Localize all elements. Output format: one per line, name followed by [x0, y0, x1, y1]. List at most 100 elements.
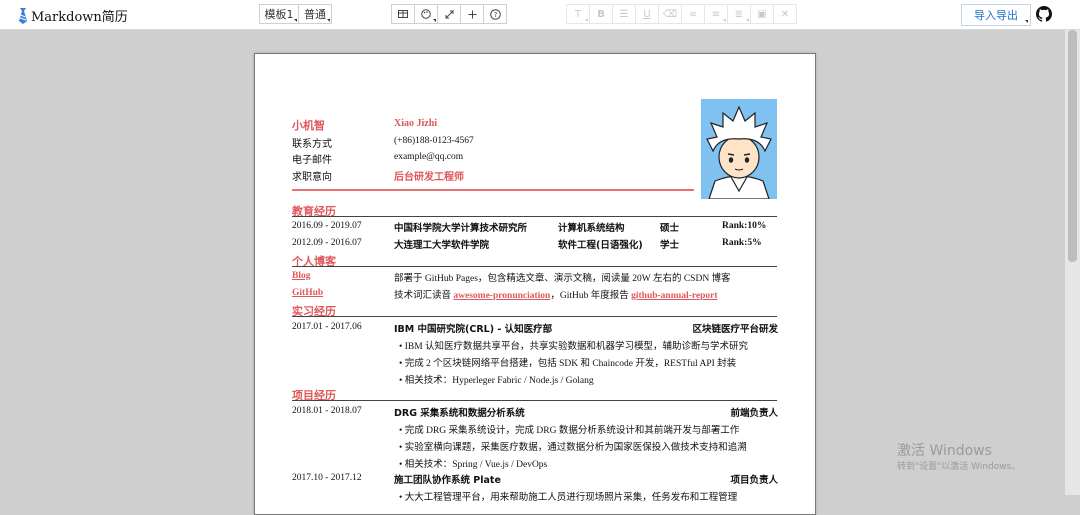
project-dates: 2018.01 - 2018.07	[292, 406, 362, 416]
fullscreen-button[interactable]	[437, 4, 461, 24]
contact-value: (+86)188-0123-4567	[394, 136, 474, 146]
name-cn: 小机智	[292, 120, 325, 132]
intent-value: 后台研发工程师	[394, 172, 464, 183]
template-select[interactable]: 模板1	[259, 4, 299, 24]
internship-dates: 2017.01 - 2017.06	[292, 322, 362, 332]
align-justify-icon: ≣	[734, 8, 744, 20]
underline-icon: U	[643, 8, 651, 20]
link-button[interactable]: ∞	[681, 4, 705, 24]
edu-rank: Rank:10%	[722, 221, 767, 231]
header-divider	[292, 189, 694, 191]
edu-major: 软件工程(日语强化)	[558, 240, 643, 251]
table-button[interactable]	[391, 4, 415, 24]
internship-title: IBM 中国研究院(CRL) - 认知医疗部	[394, 324, 553, 335]
edu-degree: 硕士	[660, 223, 680, 234]
edu-degree: 学士	[660, 240, 680, 251]
section-divider	[292, 216, 777, 217]
project-dates: 2017.10 - 2017.12	[292, 473, 362, 483]
top-toolbar: Markdown简历 模板1 普通 ? T B ☰ U ⌫ ∞ ≡ ≣ ▣ ✕ …	[0, 0, 1080, 30]
palette-icon	[421, 9, 431, 19]
eraser-button[interactable]: ⌫	[658, 4, 682, 24]
blog-link[interactable]: Blog	[292, 271, 310, 281]
project-role: 项目负责人	[730, 475, 778, 486]
scrollbar-thumb[interactable]	[1068, 30, 1077, 262]
avatar	[701, 99, 777, 199]
edu-dates: 2012.09 - 2016.07	[292, 238, 362, 248]
add-button[interactable]	[460, 4, 484, 24]
list-item: • 相关技术：Spring / Vue.js / DevOps	[399, 460, 548, 470]
list-item-text: 实验室横向课题，采集医疗数据，通过数据分析为国家医保投入做技术支持和追溯	[404, 443, 747, 453]
list-item-text: IBM 认知医疗数据共享平台，共享实验数据和机器学习模型，辅助诊断与学术研究	[404, 342, 749, 352]
plus-icon	[468, 10, 476, 18]
list-item: • IBM 认知医疗数据共享平台，共享实验数据和机器学习模型，辅助诊断与学术研究	[399, 342, 749, 352]
blog-line-2-text: ，GitHub 年度报告	[550, 291, 629, 301]
theme-button[interactable]	[414, 4, 438, 24]
eraser-icon: ⌫	[662, 8, 678, 20]
bold-button[interactable]: B	[589, 4, 613, 24]
annual-report-link[interactable]: github-annual-report	[631, 291, 717, 301]
svg-text:?: ?	[493, 11, 497, 19]
pronunciation-link[interactable]: awesome-pronunciation	[453, 291, 550, 301]
bold-icon: B	[597, 8, 605, 20]
github-icon[interactable]	[1036, 6, 1052, 22]
necktie-icon	[19, 7, 27, 24]
align-left-button[interactable]: ≡	[704, 4, 728, 24]
project-title: 施工团队协作系统 Plate	[394, 475, 501, 486]
table-icon	[398, 10, 408, 18]
edu-school: 大连理工大学软件学院	[394, 240, 490, 251]
caret-icon	[433, 19, 436, 22]
heading-icon: T	[574, 8, 582, 20]
image-button[interactable]: ▣	[750, 4, 774, 24]
edu-school: 中国科学院大学计算技术研究所	[394, 223, 528, 234]
style-select[interactable]: 普通	[298, 4, 332, 24]
project-role: 前端负责人	[730, 408, 778, 419]
list-item-text: 完成 2 个区块链网络平台搭建，包括 SDK 和 Chaincode 开发，RE…	[404, 359, 737, 369]
caret-icon	[746, 19, 749, 22]
image-icon: ▣	[757, 8, 767, 20]
list-item-text: 相关技术：Hyperleger Fabric / Node.js / Golan…	[404, 376, 594, 386]
list-item-text: 相关技术：Spring / Vue.js / DevOps	[404, 460, 548, 470]
list-item: • 完成 DRG 采集系统设计，完成 DRG 数据分析系统设计和其前端开发与部署…	[399, 426, 740, 436]
list-item: • 实验室横向课题，采集医疗数据，通过数据分析为国家医保投入做技术支持和追溯	[399, 443, 747, 453]
contact-label: 联系方式	[292, 139, 332, 150]
internship-role: 区块链医疗平台研发	[692, 324, 778, 335]
caret-icon	[723, 19, 726, 22]
section-divider	[292, 400, 777, 401]
list-item: • 完成 2 个区块链网络平台搭建，包括 SDK 和 Chaincode 开发，…	[399, 359, 737, 369]
template-controls: 模板1 普通	[259, 4, 332, 24]
underline-button[interactable]: U	[635, 4, 659, 24]
vertical-scrollbar[interactable]	[1065, 30, 1080, 495]
caret-icon	[327, 19, 330, 22]
heading-button[interactable]: T	[566, 4, 590, 24]
list-button[interactable]: ☰	[612, 4, 636, 24]
align-left-icon: ≡	[711, 8, 721, 20]
style-select-label: 普通	[304, 8, 326, 21]
windows-activation-subtitle: 转到"设置"以激活 Windows。	[897, 462, 1021, 472]
clear-button[interactable]: ✕	[773, 4, 797, 24]
app-title: Markdown简历	[31, 10, 128, 25]
help-icon: ?	[489, 8, 501, 20]
tool-buttons: ?	[391, 4, 507, 24]
edu-major: 计算机系统结构	[558, 223, 625, 234]
email-label: 电子邮件	[292, 155, 332, 166]
align-justify-button[interactable]: ≣	[727, 4, 751, 24]
format-buttons: T B ☰ U ⌫ ∞ ≡ ≣ ▣ ✕	[566, 4, 797, 24]
caret-icon	[294, 19, 297, 22]
section-divider	[292, 316, 777, 317]
resume-page: 小机智 Xiao Jizhi 联系方式 (+86)188-0123-4567 电…	[254, 53, 816, 515]
blog-line-2-text: 技术词汇读音	[394, 291, 452, 301]
project-title: DRG 采集系统和数据分析系统	[394, 408, 525, 419]
intent-label: 求职意向	[292, 172, 332, 183]
github-link[interactable]: GitHub	[292, 288, 323, 298]
app-logo: Markdown简历	[18, 6, 128, 25]
help-button[interactable]: ?	[483, 4, 507, 24]
avatar-illustration	[701, 99, 777, 199]
list-item: • 大大工程管理平台，用来帮助施工人员进行现场照片采集，任务发布和工程管理	[399, 493, 738, 503]
blog-line-1: 部署于 GitHub Pages，包含精选文章、演示文稿，阅读量 20W 左右的…	[394, 274, 731, 284]
windows-activation-title: 激活 Windows	[897, 443, 992, 459]
list-item: • 相关技术：Hyperleger Fabric / Node.js / Gol…	[399, 376, 594, 386]
expand-icon	[445, 10, 453, 18]
list-icon: ☰	[619, 8, 629, 20]
import-export-button[interactable]: 导入导出	[961, 4, 1031, 26]
close-icon: ✕	[780, 8, 790, 20]
